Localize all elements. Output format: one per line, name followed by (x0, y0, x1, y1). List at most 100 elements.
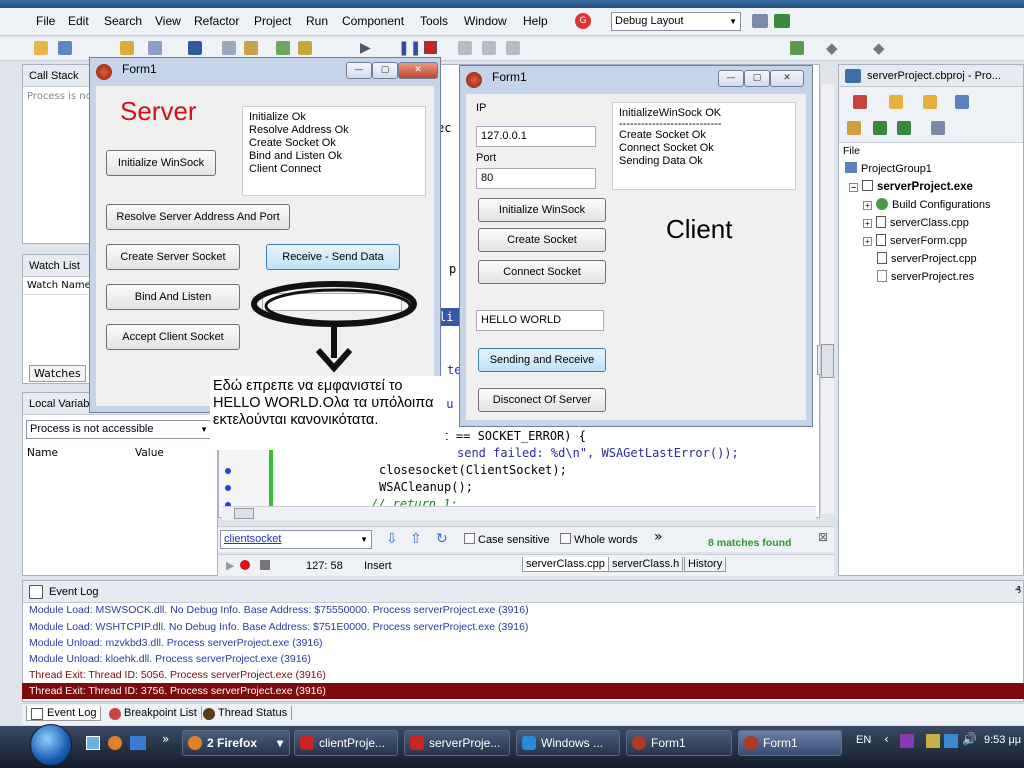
whole-words-checkbox[interactable]: Whole words (560, 533, 638, 546)
taskbar-client-project[interactable]: clientProje... (294, 730, 398, 756)
taskbar-windows-media[interactable]: Windows ... (516, 730, 620, 756)
connect-socket-button[interactable]: Connect Socket (478, 260, 606, 284)
client-initialize-winsock-button[interactable]: Initialize WinSock (478, 198, 606, 222)
add-file-icon[interactable] (148, 41, 162, 55)
tool-palette-icon[interactable] (790, 41, 804, 55)
menu-run[interactable]: Run (306, 14, 328, 28)
forward-arrow-icon[interactable]: ◆ (873, 39, 885, 57)
breakpoint-dot-icon[interactable] (225, 468, 231, 474)
tray-app-icon[interactable] (926, 734, 940, 748)
accept-client-socket-button[interactable]: Accept Client Socket (106, 324, 240, 350)
tab-breakpoint-list[interactable]: Breakpoint List (106, 706, 202, 720)
editor-horizontal-scrollbar[interactable] (222, 506, 816, 520)
breakpoint-dot-icon[interactable] (225, 485, 231, 491)
tree-server-class-cpp[interactable]: + serverClass.cpp (863, 216, 969, 229)
case-sensitive-checkbox[interactable]: Case sensitive (464, 533, 550, 546)
client-log-memo[interactable]: InitializeWinSock OK -------------------… (612, 102, 796, 190)
stop-icon[interactable] (424, 41, 437, 54)
tab-history[interactable]: History (684, 557, 727, 572)
layout-apply-icon[interactable] (774, 14, 790, 28)
file-column[interactable]: File (843, 145, 860, 157)
menu-file[interactable]: File (36, 14, 55, 28)
event-log-line[interactable]: Thread Exit: Thread ID: 3756. Process se… (29, 685, 326, 697)
show-desktop-icon[interactable] (86, 736, 100, 750)
create-socket-button[interactable]: Create Socket (478, 228, 606, 252)
tree-project-group[interactable]: ProjectGroup1 (845, 162, 932, 175)
language-indicator[interactable]: EN (856, 734, 871, 746)
help-orb-icon[interactable]: G (575, 13, 591, 29)
more-quick-launch-icon[interactable]: » (162, 732, 169, 746)
resolve-address-button[interactable]: Resolve Server Address And Port (106, 204, 290, 230)
open-project-icon[interactable] (120, 41, 134, 55)
menu-project[interactable]: Project (254, 14, 291, 28)
activate-icon[interactable] (853, 95, 867, 109)
minimize-button[interactable]: — (346, 62, 372, 79)
taskbar-firefox[interactable]: 2 Firefox ▾ (182, 730, 290, 756)
tree-build-configurations[interactable]: + Build Configurations (863, 198, 990, 211)
tree-server-project-exe[interactable]: − serverProject.exe (849, 180, 973, 193)
maximize-button[interactable]: ▢ (744, 70, 770, 87)
event-log-line[interactable]: Module Unload: mzvkbd3.dll. Process serv… (29, 637, 323, 649)
watches-tab[interactable]: Watches (29, 365, 86, 382)
cut-icon[interactable] (222, 41, 236, 55)
scrollbar-thumb[interactable] (821, 344, 834, 378)
editor-vertical-scrollbar[interactable] (820, 84, 834, 514)
menu-refactor[interactable]: Refactor (194, 14, 239, 28)
build-icon[interactable] (276, 41, 290, 55)
pin-icon[interactable]: ₰ (1015, 585, 1021, 596)
local-name-column[interactable]: Name (27, 447, 58, 459)
sending-and-receive-button[interactable]: Sending and Receive (478, 348, 606, 372)
show-hidden-icons-icon[interactable]: ‹ (884, 732, 889, 746)
firefox-quick-icon[interactable] (108, 736, 122, 750)
compile-icon[interactable] (298, 41, 312, 55)
process-select[interactable]: Process is not accessible ▼ (26, 420, 212, 439)
tray-app-icon[interactable] (900, 734, 914, 748)
close-search-icon[interactable]: ⊠ (818, 530, 828, 544)
network-icon[interactable] (944, 734, 958, 748)
new-icon[interactable] (34, 41, 48, 55)
event-log-line[interactable]: Thread Exit: Thread ID: 5056. Process se… (29, 669, 326, 681)
receive-send-data-button[interactable]: Receive - Send Data (266, 244, 400, 270)
tab-thread-status[interactable]: Thread Status (200, 706, 293, 720)
bind-and-listen-button[interactable]: Bind And Listen (106, 284, 240, 310)
find-next-icon[interactable]: ⇩ (386, 531, 398, 547)
list-view-icon[interactable] (931, 121, 945, 135)
more-options-icon[interactable]: » (654, 529, 663, 545)
tab-event-log[interactable]: Event Log (26, 706, 101, 721)
wrap-search-icon[interactable]: ↻ (436, 531, 448, 547)
record-macro-icon[interactable] (240, 560, 250, 570)
start-button[interactable] (30, 724, 72, 766)
port-input[interactable]: 80 (476, 168, 596, 189)
tree-server-project-cpp[interactable]: serverProject.cpp (877, 252, 977, 265)
tree-server-form-cpp[interactable]: + serverForm.cpp (863, 234, 967, 247)
paste-icon[interactable] (244, 41, 258, 55)
taskbar-form1-server[interactable]: Form1 (626, 730, 732, 756)
play-macro-icon[interactable]: ▶ (226, 559, 234, 572)
message-input[interactable]: HELLO WORLD (476, 310, 604, 331)
scrollbar-thumb[interactable] (234, 508, 254, 519)
stop-macro-icon[interactable] (260, 560, 270, 570)
create-server-socket-button[interactable]: Create Server Socket (106, 244, 240, 270)
run-to-cursor-icon[interactable] (506, 41, 520, 55)
local-value-column[interactable]: Value (135, 447, 164, 459)
layout-select[interactable]: Debug Layout ▼ (611, 12, 741, 31)
tab-server-class-h[interactable]: serverClass.h (608, 557, 684, 572)
server-log-memo[interactable]: Initialize Ok Resolve Address Ok Create … (242, 106, 426, 196)
add-to-project-icon[interactable] (923, 95, 937, 109)
step-over-icon[interactable] (482, 41, 496, 55)
menu-edit[interactable]: Edit (68, 14, 89, 28)
switch-windows-icon[interactable] (130, 736, 146, 750)
ip-input[interactable]: 127.0.0.1 (476, 126, 596, 147)
volume-icon[interactable]: 🔊 (962, 732, 977, 746)
sync-icon[interactable] (897, 121, 911, 135)
search-input[interactable]: clientsocket ▼ (220, 530, 372, 549)
new-project-icon[interactable] (889, 95, 903, 109)
menu-help[interactable]: Help (523, 14, 548, 28)
run-icon[interactable]: ▶ (360, 40, 371, 56)
view-icon[interactable] (955, 95, 969, 109)
event-log-line[interactable]: Module Load: WSHTCPIP.dll. No Debug Info… (29, 621, 528, 633)
event-log-line[interactable]: Module Unload: kloehk.dll. Process serve… (29, 653, 311, 665)
pause-icon[interactable]: ❚❚ (398, 40, 421, 56)
menu-component[interactable]: Component (342, 14, 404, 28)
disconnect-server-button[interactable]: Disconect Of Server (478, 388, 606, 412)
